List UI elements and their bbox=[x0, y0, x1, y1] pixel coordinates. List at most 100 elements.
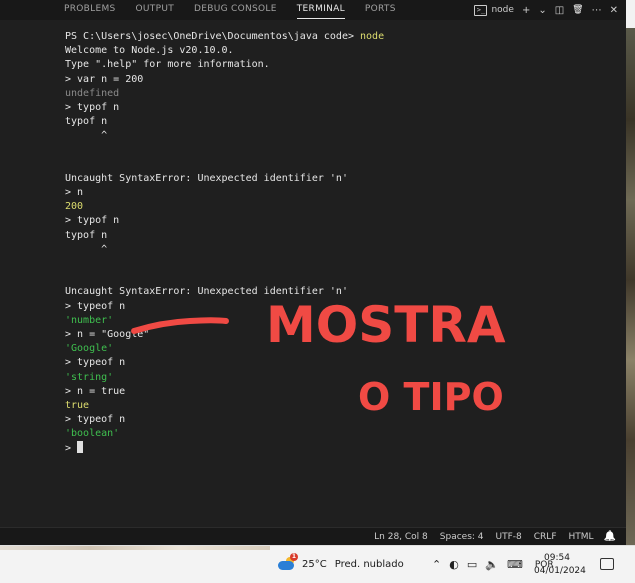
weather-badge: 1 bbox=[290, 553, 298, 561]
clock[interactable]: 09:54 04/01/2024 bbox=[534, 552, 586, 578]
terminal-line-text: ^ bbox=[65, 243, 108, 255]
terminal-line-text: > var n = 200 bbox=[65, 73, 144, 85]
close-icon[interactable]: ✕ bbox=[610, 5, 618, 16]
terminal-icon: >_ bbox=[474, 4, 488, 16]
tab-output[interactable]: OUTPUT bbox=[126, 0, 184, 20]
weather-widget[interactable]: 1 25°C Pred. nublado bbox=[276, 553, 404, 572]
terminal-line: undefined bbox=[65, 87, 625, 101]
terminal-line-text: > typeof n bbox=[65, 300, 126, 312]
tab-problems[interactable]: PROBLEMS bbox=[0, 0, 126, 20]
panel-actions: >_ node + ⌄ ◫ 🗑 ⋯ ✕ bbox=[470, 0, 626, 20]
terminal-line: Type ".help" for more information. bbox=[65, 58, 625, 72]
ellipsis-icon[interactable]: ⋯ bbox=[592, 5, 602, 16]
keyboard-icon[interactable]: ⌨ bbox=[507, 558, 523, 571]
windows-taskbar: 1 25°C Pred. nublado ⌃ ◐ ▭ 🔈 ⌨ POR 09:54… bbox=[0, 545, 635, 583]
terminal-line: > typof n bbox=[65, 101, 625, 115]
terminal-line: PS C:\Users\josec\OneDrive\Documentos\ja… bbox=[65, 30, 625, 44]
vscode-window: PROBLEMS OUTPUT DEBUG CONSOLE TERMINAL P… bbox=[0, 0, 626, 545]
plus-icon[interactable]: + bbox=[522, 5, 530, 16]
terminal-line-text: true bbox=[65, 399, 90, 411]
terminal-cursor bbox=[77, 441, 84, 454]
terminal-line: typof n bbox=[65, 229, 625, 243]
terminal-line-text: ^ bbox=[65, 130, 108, 142]
status-bar: Ln 28, Col 8 Spaces: 4 UTF-8 CRLF HTML 🔔 bbox=[0, 527, 626, 545]
tab-debug-console[interactable]: DEBUG CONSOLE bbox=[184, 0, 287, 20]
line-ending[interactable]: CRLF bbox=[534, 532, 557, 542]
terminal-output[interactable]: PS C:\Users\josec\OneDrive\Documentos\ja… bbox=[65, 30, 625, 535]
terminal-line: true bbox=[65, 399, 625, 413]
terminal-name: node bbox=[491, 5, 514, 15]
terminal-line: Welcome to Node.js v20.10.0. bbox=[65, 44, 625, 58]
weather-condition: Pred. nublado bbox=[334, 558, 404, 570]
terminal-line-text: Welcome to Node.js v20.10.0. bbox=[65, 45, 234, 57]
clock-time: 09:54 bbox=[544, 553, 570, 563]
terminal-line: > typof n bbox=[65, 214, 625, 228]
meet-icon[interactable]: ◐ bbox=[449, 558, 459, 571]
terminal-line-text: 200 bbox=[65, 201, 84, 213]
wallpaper-edge bbox=[0, 546, 270, 550]
terminal-line-text: 'Google' bbox=[65, 343, 114, 355]
terminal-line-text: 'string' bbox=[65, 371, 114, 383]
terminal-line: typof n bbox=[65, 115, 625, 129]
terminal-line: Uncaught SyntaxError: Unexpected identif… bbox=[65, 172, 625, 186]
terminal-line: 'Google' bbox=[65, 342, 625, 356]
terminal-line: > typeof n bbox=[65, 356, 625, 370]
weather-icon: 1 bbox=[276, 553, 298, 572]
terminal-line-text: Type ".help" for more information. bbox=[65, 59, 270, 71]
terminal-line: 'number' bbox=[65, 314, 625, 328]
tab-terminal[interactable]: TERMINAL bbox=[287, 0, 355, 20]
terminal-line: > bbox=[65, 441, 625, 455]
terminal-line-text: 'boolean' bbox=[65, 428, 120, 440]
terminal-line: 'string' bbox=[65, 371, 625, 385]
terminal-line-text: > typof n bbox=[65, 215, 120, 227]
terminal-line-text: > n = true bbox=[65, 385, 126, 397]
encoding[interactable]: UTF-8 bbox=[496, 532, 522, 542]
bell-icon[interactable]: 🔔 bbox=[604, 531, 616, 542]
terminal-selector[interactable]: >_ node bbox=[474, 4, 514, 16]
terminal-line-text: typof n bbox=[65, 116, 108, 128]
terminal-line-text: PS C:\Users\josec\OneDrive\Documentos\ja… bbox=[65, 31, 361, 42]
terminal-line-text: > typof n bbox=[65, 101, 120, 113]
terminal-line-text: > bbox=[65, 443, 78, 455]
weather-temperature: 25°C bbox=[302, 558, 327, 570]
split-icon[interactable]: ◫ bbox=[555, 5, 564, 16]
terminal-line: ^ bbox=[65, 243, 625, 257]
language-mode[interactable]: HTML bbox=[569, 532, 594, 542]
terminal-line: Uncaught SyntaxError: Unexpected identif… bbox=[65, 285, 625, 299]
terminal-line: 'boolean' bbox=[65, 427, 625, 441]
terminal-line: > n = "Google" bbox=[65, 328, 625, 342]
terminal-line: > typeof n bbox=[65, 413, 625, 427]
volume-icon[interactable]: 🔈 bbox=[485, 558, 499, 571]
trash-icon[interactable]: 🗑 bbox=[572, 5, 583, 15]
chevron-up-icon[interactable]: ⌃ bbox=[432, 558, 441, 571]
notification-icon[interactable] bbox=[600, 558, 614, 570]
terminal-line-text: Uncaught SyntaxError: Unexpected identif… bbox=[65, 172, 348, 184]
clock-date: 04/01/2024 bbox=[534, 566, 586, 576]
terminal-line: 200 bbox=[65, 200, 625, 214]
terminal-line: > typeof n bbox=[65, 300, 625, 314]
terminal-line: > n = true bbox=[65, 385, 625, 399]
terminal-line: > n bbox=[65, 186, 625, 200]
desktop-background-strip bbox=[626, 0, 635, 545]
terminal-line: ^ bbox=[65, 129, 625, 143]
terminal-line-text: > typeof n bbox=[65, 357, 126, 369]
terminal-line-text: Uncaught SyntaxError: Unexpected identif… bbox=[65, 286, 348, 298]
tab-ports[interactable]: PORTS bbox=[355, 0, 406, 20]
terminal-line-text: > n bbox=[65, 187, 84, 199]
terminal-line-text: > typeof n bbox=[65, 414, 126, 426]
terminal-line-text: 'number' bbox=[65, 314, 114, 326]
terminal-line-text: undefined bbox=[65, 87, 120, 99]
terminal-line: > var n = 200 bbox=[65, 73, 625, 87]
chevron-down-icon[interactable]: ⌄ bbox=[538, 5, 546, 16]
indentation[interactable]: Spaces: 4 bbox=[440, 532, 484, 542]
panel-tab-bar: PROBLEMS OUTPUT DEBUG CONSOLE TERMINAL P… bbox=[0, 0, 626, 20]
terminal-line-text: > n = "Google" bbox=[65, 328, 150, 340]
network-icon[interactable]: ▭ bbox=[467, 558, 477, 571]
terminal-line-text: typof n bbox=[65, 229, 108, 241]
cursor-position[interactable]: Ln 28, Col 8 bbox=[374, 532, 428, 542]
terminal-command: node bbox=[360, 31, 385, 42]
